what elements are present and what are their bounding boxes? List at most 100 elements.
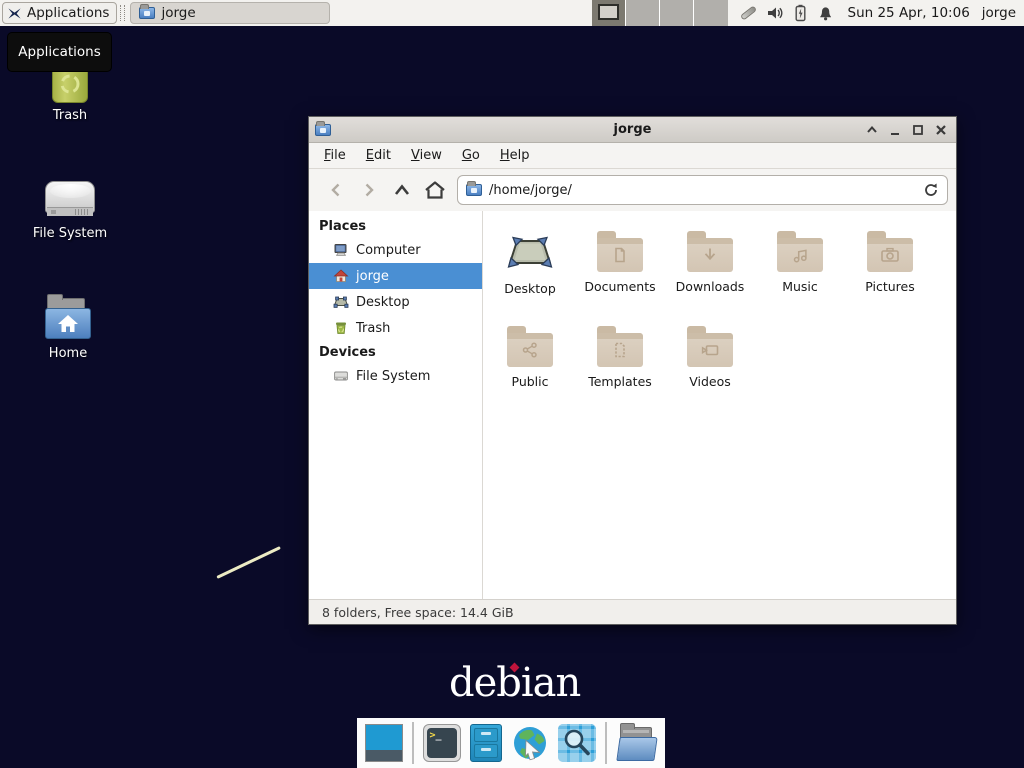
- folder-icon: [687, 238, 733, 272]
- sidebar-item-desktop[interactable]: Desktop: [309, 289, 482, 315]
- menu-view[interactable]: View: [402, 145, 451, 166]
- sidebar-item-file-system[interactable]: File System: [309, 363, 482, 389]
- hard-drive-icon: [45, 176, 95, 222]
- file-view[interactable]: Desktop Documents Downloads: [483, 211, 956, 599]
- hard-drive-icon: [333, 368, 349, 384]
- sidebar-item-computer[interactable]: Computer: [309, 237, 482, 263]
- desktop-icon-label: Home: [49, 346, 87, 361]
- home-button[interactable]: [418, 175, 451, 205]
- reload-icon[interactable]: [923, 182, 939, 198]
- sidebar-item-label: Computer: [356, 243, 421, 258]
- trash-icon: [333, 320, 349, 336]
- minimize-button[interactable]: [887, 122, 902, 137]
- folder-icon: [687, 333, 733, 367]
- folder-icon: [139, 7, 155, 19]
- desktop-special-icon: [506, 234, 554, 274]
- sidebar-item-jorge[interactable]: jorge: [309, 263, 482, 289]
- panel-clock[interactable]: Sun 25 Apr, 10:06: [848, 5, 970, 21]
- sidebar-item-label: Desktop: [356, 295, 410, 310]
- workspace-4[interactable]: [694, 0, 728, 26]
- debian-logo: debian: [449, 660, 580, 706]
- dock-terminal-icon[interactable]: >_: [423, 724, 461, 762]
- sidebar: Places Computer jorge: [309, 211, 483, 599]
- system-tray: [740, 4, 834, 22]
- workspace-window-thumb: [598, 4, 619, 20]
- folder-videos[interactable]: Videos: [665, 320, 755, 415]
- folder-icon: [507, 333, 553, 367]
- workspace-switcher: [592, 0, 728, 26]
- folder-label: Pictures: [865, 279, 915, 294]
- window-titlebar[interactable]: jorge: [309, 117, 956, 143]
- file-manager-window: jorge File Edit View Go Help: [308, 116, 957, 625]
- folder-documents[interactable]: Documents: [575, 225, 665, 320]
- workspace-1[interactable]: [592, 0, 626, 26]
- computer-icon: [333, 242, 349, 258]
- dock-show-desktop-icon[interactable]: [365, 724, 403, 762]
- sidebar-item-label: jorge: [356, 269, 389, 284]
- folder-icon: [597, 333, 643, 367]
- volume-icon[interactable]: [766, 4, 784, 22]
- battery-icon[interactable]: [793, 4, 808, 22]
- path-bar[interactable]: /home/jorge/: [457, 175, 948, 205]
- debian-red-diamond: [510, 663, 519, 672]
- maximize-button[interactable]: [910, 122, 925, 137]
- folder-label: Downloads: [676, 279, 745, 294]
- menu-edit[interactable]: Edit: [357, 145, 400, 166]
- sidebar-header-places: Places: [309, 215, 482, 237]
- folder-label: Music: [782, 279, 818, 294]
- folder-icon: [777, 238, 823, 272]
- folder-label: Templates: [588, 374, 652, 389]
- desktop-icon-home[interactable]: Home: [20, 296, 116, 361]
- desktop-icon-label: Trash: [53, 108, 87, 123]
- workspace-2[interactable]: [626, 0, 660, 26]
- applications-tooltip: Applications: [7, 32, 112, 72]
- folder-desktop[interactable]: Desktop: [485, 225, 575, 320]
- window-title: jorge: [309, 122, 956, 137]
- sidebar-item-label: Trash: [356, 321, 390, 336]
- home-folder-icon: [43, 296, 93, 342]
- folder-label: Documents: [584, 279, 655, 294]
- close-button[interactable]: [933, 122, 948, 137]
- home-icon: [333, 268, 349, 284]
- folder-label: Desktop: [504, 281, 556, 296]
- taskbar-window-label: jorge: [161, 5, 195, 21]
- applications-menu-button[interactable]: Applications: [2, 2, 117, 24]
- folder-templates[interactable]: Templates: [575, 320, 665, 415]
- xfce-logo-icon: [7, 6, 22, 21]
- menu-file[interactable]: File: [315, 145, 355, 166]
- folder-music[interactable]: Music: [755, 225, 845, 320]
- folder-public[interactable]: Public: [485, 320, 575, 415]
- dock-app-finder-icon[interactable]: [558, 724, 596, 762]
- sidebar-item-trash[interactable]: Trash: [309, 315, 482, 341]
- desktop-icon-file-system[interactable]: File System: [22, 176, 118, 241]
- folder-pictures[interactable]: Pictures: [845, 225, 935, 320]
- menu-go[interactable]: Go: [453, 145, 489, 166]
- dock: >_: [357, 718, 665, 768]
- dock-web-browser-icon[interactable]: [511, 724, 549, 762]
- stylus-tool-icon[interactable]: [739, 5, 756, 20]
- path-input[interactable]: /home/jorge/: [489, 183, 916, 198]
- folder-downloads[interactable]: Downloads: [665, 225, 755, 320]
- menu-help[interactable]: Help: [491, 145, 539, 166]
- forward-button[interactable]: [352, 175, 385, 205]
- folder-label: Public: [512, 374, 549, 389]
- panel-username[interactable]: jorge: [982, 5, 1016, 21]
- folder-label: Videos: [689, 374, 731, 389]
- up-button[interactable]: [385, 175, 418, 205]
- sidebar-header-devices: Devices: [309, 341, 482, 363]
- dock-separator: [605, 722, 607, 764]
- applications-menu-label: Applications: [27, 5, 109, 21]
- toolbar: /home/jorge/: [309, 169, 956, 211]
- desktop-scratch-artifact: [216, 546, 281, 579]
- workspace-3[interactable]: [660, 0, 694, 26]
- notifications-bell-icon[interactable]: [817, 4, 834, 22]
- shade-button[interactable]: [864, 122, 879, 137]
- desktop-icon: [333, 294, 349, 310]
- dock-separator: [412, 722, 414, 764]
- statusbar: 8 folders, Free space: 14.4 GiB: [309, 599, 956, 624]
- dock-folder-icon[interactable]: [616, 725, 658, 761]
- taskbar-window-button[interactable]: jorge: [130, 2, 330, 24]
- back-button[interactable]: [319, 175, 352, 205]
- panel-handle[interactable]: [120, 5, 125, 21]
- dock-file-manager-icon[interactable]: [470, 724, 502, 762]
